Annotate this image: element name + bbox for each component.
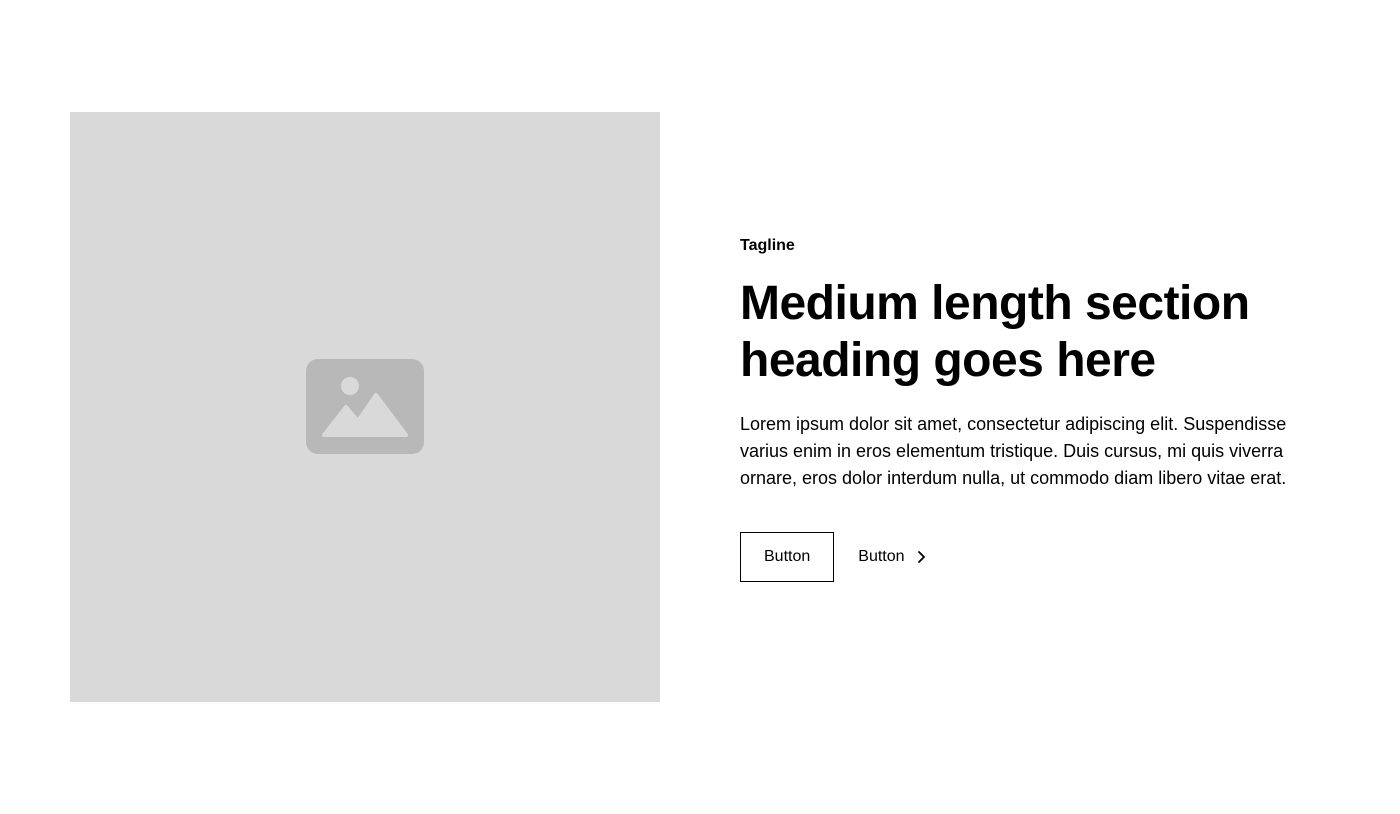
content-column: Tagline Medium length section heading go… (740, 234, 1320, 582)
secondary-link-button[interactable]: Button (858, 532, 928, 582)
body-text: Lorem ipsum dolor sit amet, consectetur … (740, 414, 1287, 488)
image-placeholder (70, 112, 660, 702)
image-placeholder-icon (306, 359, 424, 454)
layout-section: Tagline Medium length section heading go… (0, 0, 1400, 814)
primary-button[interactable]: Button (740, 532, 835, 582)
section-heading: Medium length section heading goes here (740, 277, 1250, 387)
button-group: Button Button (740, 532, 1320, 582)
primary-button-label: Button (764, 548, 811, 565)
chevron-right-icon (917, 551, 925, 563)
tagline: Tagline (740, 237, 795, 254)
secondary-button-label: Button (858, 548, 905, 565)
